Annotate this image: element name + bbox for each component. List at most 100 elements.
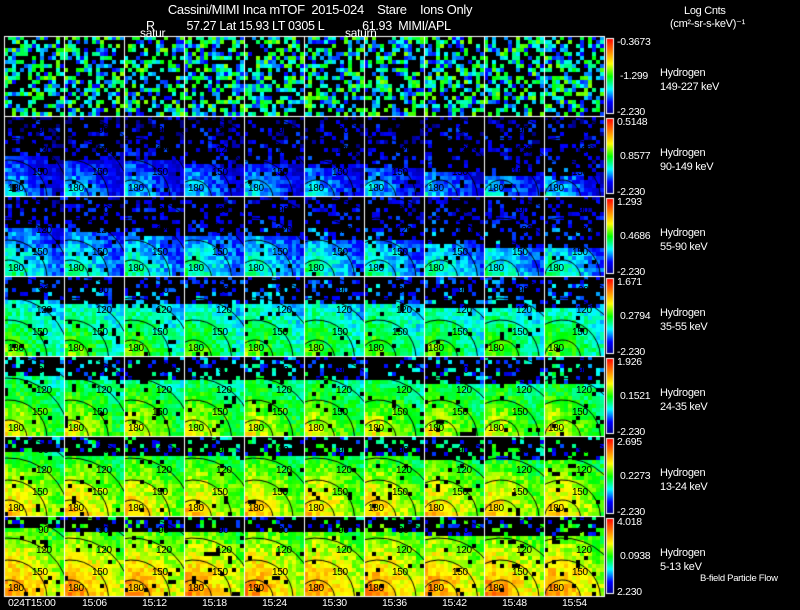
contour-label: 180 [488, 423, 504, 434]
colorbar-max-label: -0.3673 [617, 36, 651, 48]
contour-label: 90 [98, 205, 109, 216]
contour-label: 90 [98, 525, 109, 536]
contour-label: 90 [338, 525, 349, 536]
contour-label: 90 [578, 125, 589, 136]
contour-label: 180 [68, 343, 84, 354]
colorbar-mid-label: -1.299 [620, 70, 648, 82]
contour-label: 150 [452, 567, 468, 578]
contour-label: 180 [428, 343, 444, 354]
contour-label: 150 [392, 167, 408, 178]
contour-label: 180 [128, 583, 144, 594]
contour-label: 180 [248, 503, 264, 514]
energy-label: 55-90 keV [660, 241, 708, 253]
contour-label: 180 [188, 263, 204, 274]
colorbar-max-label: 1.926 [617, 356, 642, 368]
contour-label: 90 [158, 285, 169, 296]
contour-label: 120 [156, 465, 172, 476]
contour-label: 180 [248, 343, 264, 354]
contour-label: 120 [216, 385, 232, 396]
units-label: Log Cnts [684, 5, 726, 17]
species-label: Hydrogen [660, 387, 706, 399]
contour-label: 120 [276, 545, 292, 556]
contour-label: 180 [128, 183, 144, 194]
contour-label: 120 [276, 385, 292, 396]
contour-label: 120 [156, 385, 172, 396]
colorbar-max-label: 1.293 [617, 196, 642, 208]
time-tick-label: 024T15:00 [8, 597, 56, 609]
contour-label: 180 [188, 423, 204, 434]
contour-label: 120 [516, 465, 532, 476]
contour-label: 90 [98, 125, 109, 136]
contour-label: 180 [248, 583, 264, 594]
contour-label: 150 [212, 567, 228, 578]
contour-label: 150 [272, 247, 288, 258]
contour-label: 120 [456, 305, 472, 316]
contour-label: 180 [128, 263, 144, 274]
contour-label: 120 [156, 305, 172, 316]
contour-label: 150 [452, 327, 468, 338]
contour-label: 90 [38, 525, 49, 536]
contour-label: 150 [512, 567, 528, 578]
contour-label: 120 [576, 145, 592, 156]
contour-label: 120 [96, 225, 112, 236]
contour-label: 180 [488, 183, 504, 194]
contour-label: 120 [96, 545, 112, 556]
contour-label: 90 [578, 285, 589, 296]
contour-label: 120 [516, 225, 532, 236]
time-tick-label: 15:42 [442, 597, 467, 609]
contour-label: 180 [368, 583, 384, 594]
contour-label: 180 [428, 423, 444, 434]
contour-label: 90 [458, 205, 469, 216]
colorbar-max-label: 1.671 [617, 276, 642, 288]
contour-label: 180 [248, 183, 264, 194]
contour-label: 120 [156, 545, 172, 556]
species-label: Hydrogen [660, 147, 706, 159]
contour-label: 180 [428, 263, 444, 274]
contour-label: 180 [8, 343, 24, 354]
energy-label: 13-24 keV [660, 481, 708, 493]
contour-label: 180 [548, 503, 564, 514]
contour-label: 120 [96, 385, 112, 396]
contour-label: 150 [152, 327, 168, 338]
contour-label: 180 [68, 503, 84, 514]
contour-label: 180 [368, 343, 384, 354]
plot-title: Cassini/MIMI Inca mTOF 2015-024 Stare Io… [167, 2, 473, 17]
contour-label: 90 [398, 285, 409, 296]
contour-label: 120 [336, 385, 352, 396]
contour-label: 150 [272, 327, 288, 338]
contour-label: 180 [188, 183, 204, 194]
contour-label: 90 [158, 205, 169, 216]
contour-label: 120 [396, 465, 412, 476]
contour-label: 150 [212, 407, 228, 418]
contour-label: 120 [96, 465, 112, 476]
contour-label: 150 [452, 407, 468, 418]
time-tick-label: 15:54 [562, 597, 587, 609]
contour-label: 180 [308, 343, 324, 354]
contour-label: 150 [452, 167, 468, 178]
contour-label: 90 [38, 365, 49, 376]
contour-label: 180 [248, 423, 264, 434]
contour-label: 150 [572, 567, 588, 578]
contour-label: 90 [458, 445, 469, 456]
contour-label: 90 [578, 445, 589, 456]
contour-label: 90 [458, 285, 469, 296]
contour-label: 120 [396, 305, 412, 316]
time-tick-label: 15:48 [502, 597, 527, 609]
contour-label: 120 [576, 465, 592, 476]
contour-label: 90 [218, 285, 229, 296]
contour-label: 150 [32, 167, 48, 178]
legend-note: B-field Particle Flow [700, 573, 778, 584]
contour-label: 120 [576, 385, 592, 396]
contour-label: 150 [332, 567, 348, 578]
contour-label: 90 [398, 525, 409, 536]
colorbar-mid-label: 0.0938 [620, 550, 651, 562]
species-label: Hydrogen [660, 547, 706, 559]
species-label: Hydrogen [660, 467, 706, 479]
contour-label: 90 [518, 205, 529, 216]
contour-label: 120 [576, 545, 592, 556]
contour-label: 150 [392, 407, 408, 418]
contour-label: 90 [218, 365, 229, 376]
contour-label: 150 [92, 167, 108, 178]
contour-label: 120 [36, 145, 52, 156]
contour-label: 120 [516, 145, 532, 156]
